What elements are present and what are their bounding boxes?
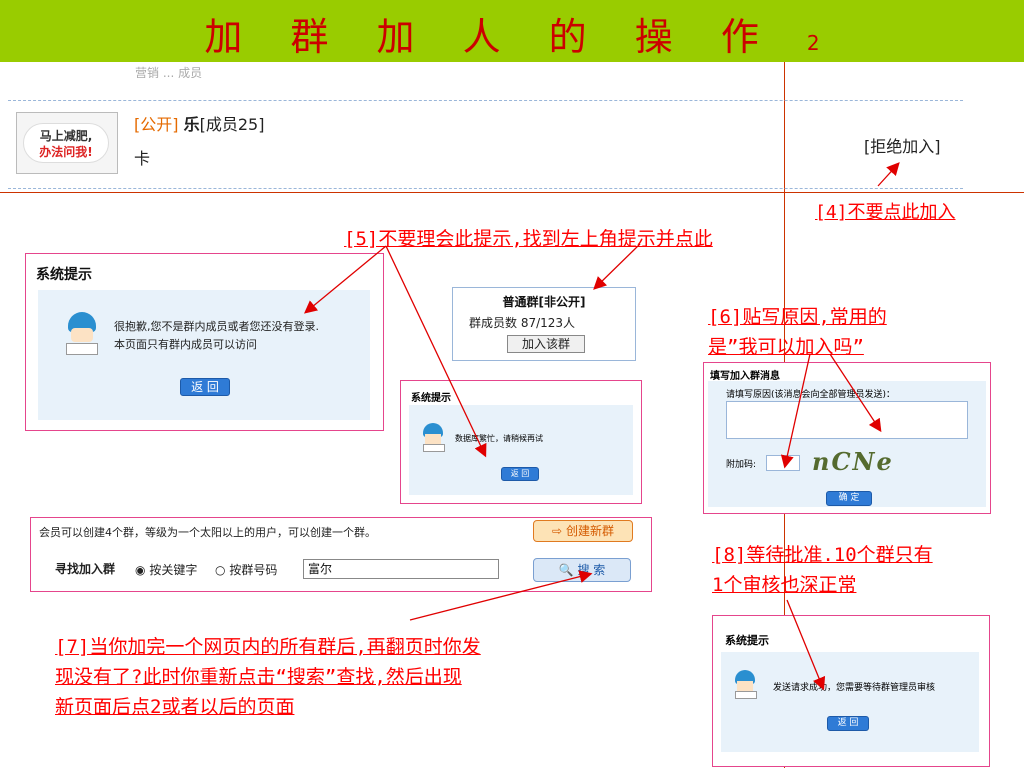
arrow-7 [409, 570, 593, 621]
arrow-6b [829, 353, 882, 433]
annotation-arrows [303, 162, 900, 691]
arrow-5a [303, 245, 387, 314]
arrow-4 [877, 162, 900, 187]
arrow-6a [780, 353, 811, 469]
arrow-5c [593, 243, 641, 290]
arrow-8 [786, 599, 826, 691]
arrow-5b [385, 245, 487, 458]
